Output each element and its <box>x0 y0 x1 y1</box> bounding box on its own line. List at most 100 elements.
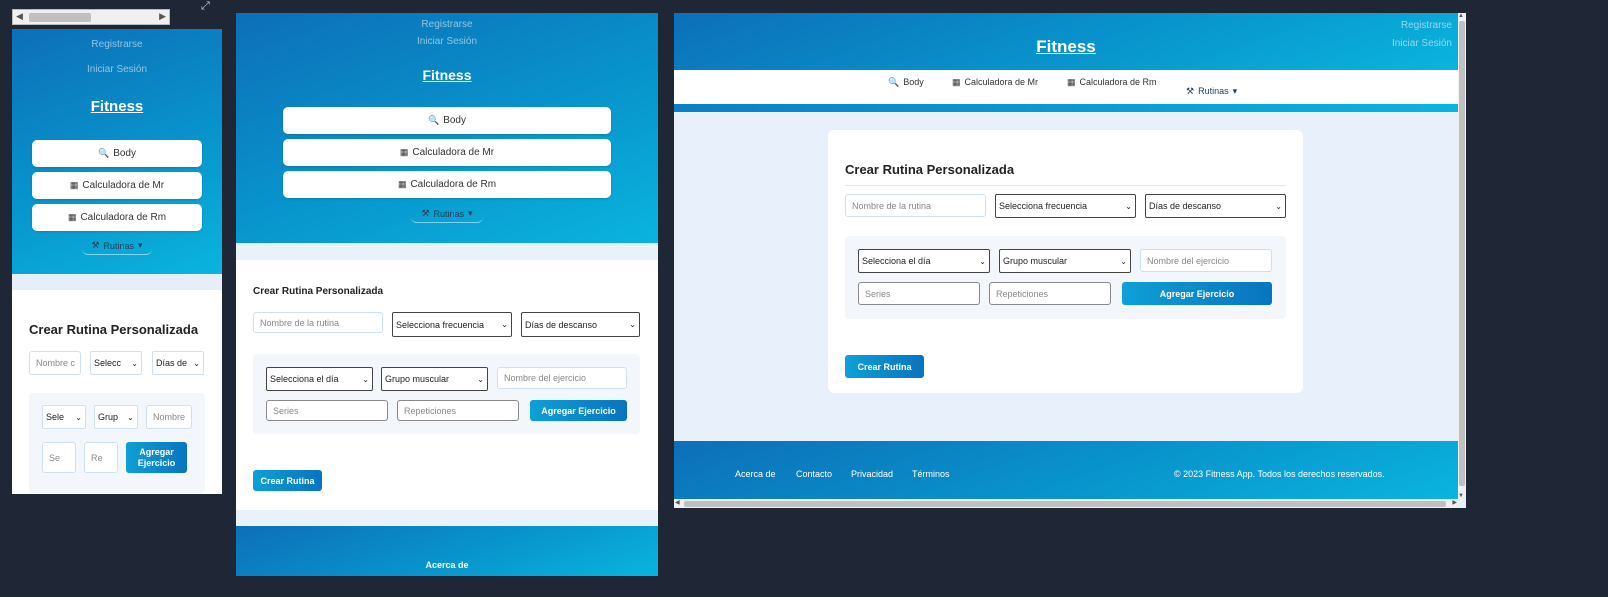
nav-bar: 🔍 Body ▦ Calculadora de Mr ▦ Calculadora de… <box>674 70 1458 104</box>
dumbbell-icon: ⚒ <box>91 240 100 250</box>
chevron-down-icon: ⌄ <box>362 374 369 384</box>
routine-name-input[interactable]: Nombre de la rutina <box>253 312 383 333</box>
exercise-panel: Selecciona el día ⌄ Grupo muscular ⌄ Nombr… <box>253 354 640 434</box>
scroll-right-arrow[interactable]: ▶ <box>1452 499 1457 506</box>
nav-rm-link[interactable]: ▦ Calculadora de Rm <box>1067 77 1157 88</box>
nav-mr-label: Calculadora de Mr <box>964 77 1039 87</box>
footer-privacy-link[interactable]: Privacidad <box>851 469 893 479</box>
calculator-icon: ▦ <box>397 179 407 189</box>
footer-contact-link[interactable]: Contacto <box>796 469 832 479</box>
nav-mr-label: Calculadora de Mr <box>82 180 165 191</box>
footer-terms-link[interactable]: Términos <box>912 469 950 479</box>
scroll-right-arrow[interactable]: ▶ <box>159 11 166 22</box>
nav-body-button[interactable]: 🔍 Body <box>283 107 611 134</box>
nav-mr-button[interactable]: ▦ Calculadora de Mr <box>283 139 611 166</box>
horizontal-scrollbar[interactable]: ◀ ▶ <box>12 9 170 25</box>
brand-logo[interactable]: Fitness <box>12 98 222 115</box>
login-link[interactable]: Iniciar Sesión <box>12 64 222 75</box>
nav-mr-link[interactable]: ▦ Calculadora de Mr <box>952 77 1038 88</box>
exercise-name-input[interactable]: Nombre del ejercicio <box>1140 249 1272 272</box>
vertical-scrollbar[interactable]: ▲ ▼ <box>1458 13 1466 499</box>
muscle-group-select[interactable]: Grupo muscular ⌄ <box>381 367 488 391</box>
add-exercise-button[interactable]: Agregar Ejercicio <box>530 400 627 421</box>
chevron-down-icon: ⌄ <box>127 412 134 422</box>
chevron-down-icon: ⌄ <box>131 358 138 368</box>
register-link[interactable]: Registrarse <box>12 39 222 50</box>
footer-about-link[interactable]: Acerca de <box>735 469 776 479</box>
muscle-group-value: Grup <box>98 412 119 422</box>
series-input[interactable]: Series <box>266 400 388 421</box>
chevron-down-icon: ▾ <box>138 240 143 250</box>
rest-days-select[interactable]: Días de ⌄ <box>152 351 204 375</box>
exercise-name-input[interactable]: Nombre <box>146 405 192 429</box>
form-title: Crear Rutina Personalizada <box>253 286 384 297</box>
nav-rm-button[interactable]: ▦ Calculadora de Rm <box>32 204 202 231</box>
nav-rm-button[interactable]: ▦ Calculadora de Rm <box>283 171 611 198</box>
day-select[interactable]: Selecciona el día ⌄ <box>266 367 373 391</box>
muscle-group-value: Grupo muscular <box>1003 256 1068 266</box>
frequency-select[interactable]: Selecciona frecuencia ⌄ <box>392 312 512 337</box>
routines-dropdown[interactable]: ⚒ Rutinas ▾ <box>1186 86 1237 97</box>
routines-dropdown[interactable]: ⚒ Rutinas ▾ <box>82 237 152 255</box>
calculator-icon: ▦ <box>952 77 961 87</box>
chevron-down-icon: ⌄ <box>75 412 82 422</box>
scroll-down-arrow[interactable]: ▼ <box>1458 493 1464 499</box>
series-input[interactable]: Se <box>42 442 76 473</box>
horizontal-scrollbar[interactable]: ◀ ▶ <box>674 499 1458 508</box>
header: Registrarse Iniciar Sesión Fitness 🔍 Body… <box>12 29 222 274</box>
exercise-panel: Sele ⌄ Grup ⌄ Nombre Se Re Agregar Ejercic… <box>29 393 205 493</box>
reps-input[interactable]: Re <box>84 442 118 473</box>
nav-mr-button[interactable]: ▦ Calculadora de Mr <box>32 172 202 199</box>
day-value: Sele <box>46 412 65 422</box>
nav-body-link[interactable]: 🔍 Body <box>888 77 924 88</box>
magnifier-icon: 🔍 <box>97 148 110 158</box>
header: Registrarse Iniciar Sesión Fitness <box>674 13 1458 70</box>
footer-about-link[interactable]: Acerca de <box>236 560 658 570</box>
expand-icon[interactable]: ⤢ <box>201 0 210 13</box>
muscle-group-select[interactable]: Grupo muscular ⌄ <box>999 249 1131 273</box>
rest-days-value: Días de descanso <box>525 319 598 330</box>
scroll-left-arrow[interactable]: ◀ <box>675 499 680 506</box>
series-input[interactable]: Series <box>858 282 980 305</box>
nav-body-button[interactable]: 🔍 Body <box>32 140 202 167</box>
calculator-icon: ▦ <box>1067 77 1076 87</box>
rest-days-select[interactable]: Días de descanso ⌄ <box>1145 194 1286 218</box>
scrollbar-thumb[interactable] <box>684 501 1446 507</box>
muscle-group-select[interactable]: Grup ⌄ <box>94 405 138 429</box>
scroll-up-arrow[interactable]: ▲ <box>1458 13 1464 19</box>
brand-logo[interactable]: Fitness <box>236 67 658 83</box>
rest-days-select[interactable]: Días de descanso ⌄ <box>521 312 640 337</box>
chevron-down-icon: ⌄ <box>629 320 636 329</box>
register-link[interactable]: Registrarse <box>1401 20 1452 31</box>
frequency-value: Selecciona frecuencia <box>396 319 485 330</box>
dumbbell-icon: ⚒ <box>421 208 430 218</box>
mobile-frame: Registrarse Iniciar Sesión Fitness 🔍 Body… <box>12 29 222 494</box>
scrollbar-thumb[interactable] <box>29 13 91 22</box>
exercise-name-input[interactable]: Nombre del ejercicio <box>497 367 627 389</box>
brand-logo[interactable]: Fitness <box>674 37 1458 57</box>
create-routine-button[interactable]: Crear Rutina <box>845 355 924 378</box>
scroll-left-arrow[interactable]: ◀ <box>16 11 23 22</box>
routines-dropdown[interactable]: ⚒ Rutinas ▾ <box>411 205 483 223</box>
frequency-select[interactable]: Selecc ⌄ <box>90 351 142 375</box>
exercise-panel: Selecciona el día ⌄ Grupo muscular ⌄ Nombr… <box>845 236 1286 319</box>
reps-input[interactable]: Repeticiones <box>397 400 519 421</box>
frequency-value: Selecciona frecuencia <box>999 201 1088 211</box>
day-select[interactable]: Sele ⌄ <box>42 405 86 429</box>
routine-name-input[interactable]: Nombre c <box>29 351 81 375</box>
login-link[interactable]: Iniciar Sesión <box>236 36 658 47</box>
day-value: Selecciona el día <box>270 374 339 384</box>
day-select[interactable]: Selecciona el día ⌄ <box>858 249 990 273</box>
nav-rm-label: Calculadora de Rm <box>1079 77 1157 87</box>
scrollbar-thumb[interactable] <box>1459 21 1465 486</box>
reps-input[interactable]: Repeticiones <box>989 282 1111 305</box>
add-exercise-button[interactable]: Agregar Ejercicio <box>126 442 187 473</box>
frequency-select[interactable]: Selecciona frecuencia ⌄ <box>995 194 1136 218</box>
chevron-down-icon: ⌄ <box>477 374 484 384</box>
dumbbell-icon: ⚒ <box>1186 86 1195 96</box>
add-exercise-button[interactable]: Agregar Ejercicio <box>1122 282 1272 305</box>
routine-name-input[interactable]: Nombre de la rutina <box>845 194 986 217</box>
create-routine-button[interactable]: Crear Rutina <box>253 470 322 491</box>
register-link[interactable]: Registrarse <box>236 19 658 30</box>
chevron-down-icon: ⌄ <box>193 358 200 368</box>
